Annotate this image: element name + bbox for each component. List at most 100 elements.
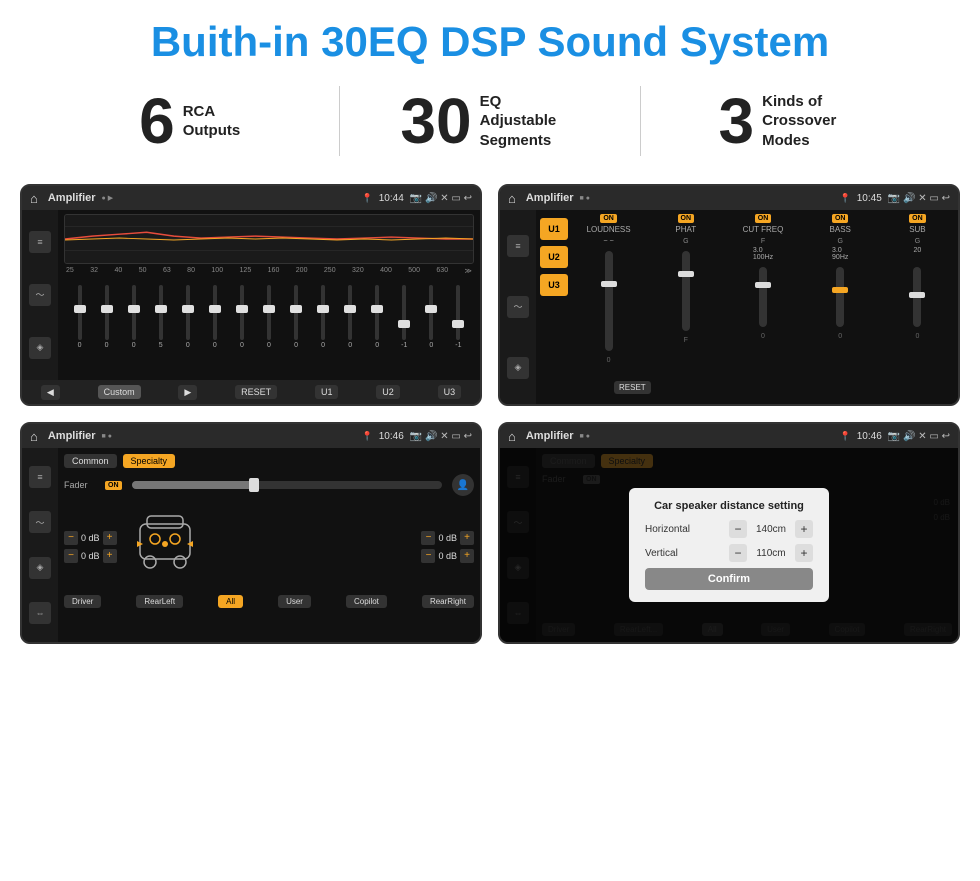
cross-ch4-plus[interactable]: + <box>460 549 474 563</box>
cross-car-diagram <box>125 504 414 589</box>
cross-sidebar-filter-icon[interactable]: ≡ <box>29 466 51 488</box>
dsp-bass-on[interactable]: ON <box>832 214 849 223</box>
cross-ch3-minus[interactable]: − <box>421 531 435 545</box>
cross-sidebar-wave-icon[interactable]: 〜 <box>29 511 51 533</box>
eq-slider-6[interactable]: 0 <box>228 285 255 349</box>
dsp-home-icon[interactable]: ⌂ <box>508 191 516 206</box>
eq-sliders: 0 0 0 5 0 0 0 0 0 0 0 0 -1 0 -1 <box>64 279 474 349</box>
dsp-channel-bass: ON BASS G 3.090Hz 0 <box>804 214 877 340</box>
dsp-cutfreq-slider[interactable] <box>759 267 767 327</box>
cross-ch2-value: 0 dB <box>81 551 100 561</box>
eq-slider-12[interactable]: -1 <box>391 285 418 349</box>
dsp-phat-slider[interactable] <box>682 251 690 331</box>
cross-driver-btn[interactable]: Driver <box>64 595 101 608</box>
dsp-sidebar-wave-icon[interactable]: 〜 <box>507 296 529 318</box>
cross-tab-specialty[interactable]: Specialty <box>123 454 176 468</box>
dsp-sidebar-filter-icon[interactable]: ≡ <box>507 235 529 257</box>
crossover-device-screen: ⌂ Amplifier ■ ● 📍 10:46 📷 🔊 ✕ ▭ ↩ ≡ 〜 ◈ … <box>20 422 482 644</box>
eq-sidebar-wave-icon[interactable]: 〜 <box>29 284 51 306</box>
dsp-u2-btn[interactable]: U2 <box>540 246 568 268</box>
dsp-sub-on[interactable]: ON <box>909 214 926 223</box>
stat-rca-number: 6 <box>139 89 175 153</box>
eq-slider-4[interactable]: 0 <box>174 285 201 349</box>
cross-ch2-minus[interactable]: − <box>64 549 78 563</box>
dialog-horizontal-plus[interactable]: + <box>795 520 813 538</box>
dialog-horizontal-minus[interactable]: − <box>729 520 747 538</box>
eq-prev-btn[interactable]: ◀ <box>41 385 60 400</box>
dsp-loudness-slider[interactable] <box>605 251 613 351</box>
cross-ch2-plus[interactable]: + <box>103 549 117 563</box>
eq-reset-btn[interactable]: RESET <box>235 385 277 399</box>
dsp-topbar-title: Amplifier <box>526 192 574 204</box>
cross-home-icon[interactable]: ⌂ <box>30 429 38 444</box>
eq-topbar-time: 10:44 <box>379 193 404 204</box>
cross-topbar-icons: 📷 🔊 ✕ ▭ ↩ <box>410 431 472 442</box>
dialog-overlay: Car speaker distance setting Horizontal … <box>500 448 958 642</box>
eq-slider-5[interactable]: 0 <box>201 285 228 349</box>
cross-ch4-minus[interactable]: − <box>421 549 435 563</box>
eq-slider-10[interactable]: 0 <box>337 285 364 349</box>
stat-rca: 6 RCAOutputs <box>60 89 319 153</box>
dsp-topbar-time: 10:45 <box>857 193 882 204</box>
eq-u1-btn[interactable]: U1 <box>315 385 339 399</box>
eq-play-btn[interactable]: ▶ <box>178 385 197 400</box>
dialog-vertical-plus[interactable]: + <box>795 544 813 562</box>
eq-sidebar-filter-icon[interactable]: ≡ <box>29 231 51 253</box>
eq-slider-14[interactable]: -1 <box>445 285 472 349</box>
eq-slider-1[interactable]: 0 <box>93 285 120 349</box>
stat-crossover-label: Kinds ofCrossover Modes <box>762 92 862 151</box>
cross-all-btn[interactable]: All <box>218 595 243 608</box>
cross-ch-row-4: − 0 dB + <box>421 549 474 563</box>
cross-topbar: ⌂ Amplifier ■ ● 📍 10:46 📷 🔊 ✕ ▭ ↩ <box>22 424 480 448</box>
cross-user-btn[interactable]: User <box>278 595 311 608</box>
eq-slider-3[interactable]: 5 <box>147 285 174 349</box>
dsp-sidebar-speaker-icon[interactable]: ◈ <box>507 357 529 379</box>
cross-sidebar-expand-icon[interactable]: ⇔ <box>29 602 51 624</box>
dsp-topbar-icons: 📷 🔊 ✕ ▭ ↩ <box>888 193 950 204</box>
dsp-presets: U1 U2 U3 <box>540 214 568 400</box>
eq-slider-7[interactable]: 0 <box>255 285 282 349</box>
dialog-topbar-pin-icon: 📍 <box>840 431 851 442</box>
dsp-bass-slider[interactable] <box>836 267 844 327</box>
cross-profile-icon[interactable]: 👤 <box>452 474 474 496</box>
dsp-reset-btn[interactable]: RESET <box>614 381 651 394</box>
eq-custom-btn[interactable]: Custom <box>98 385 141 399</box>
confirm-button[interactable]: Confirm <box>645 568 813 590</box>
dsp-phat-on[interactable]: ON <box>678 214 695 223</box>
dialog-vertical-row: Vertical − 110cm + <box>645 544 813 562</box>
cross-ch1-plus[interactable]: + <box>103 531 117 545</box>
dialog-vertical-minus[interactable]: − <box>729 544 747 562</box>
eq-slider-9[interactable]: 0 <box>310 285 337 349</box>
eq-graph <box>64 214 474 264</box>
cross-ch1-minus[interactable]: − <box>64 531 78 545</box>
eq-slider-11[interactable]: 0 <box>364 285 391 349</box>
dsp-u1-btn[interactable]: U1 <box>540 218 568 240</box>
eq-sidebar-speaker-icon[interactable]: ◈ <box>29 337 51 359</box>
eq-slider-2[interactable]: 0 <box>120 285 147 349</box>
eq-main: 2532405063 80100125160200 25032040050063… <box>58 210 480 380</box>
eq-u2-btn[interactable]: U2 <box>376 385 400 399</box>
cross-fader-on[interactable]: ON <box>105 481 122 490</box>
cross-copilot-btn[interactable]: Copilot <box>346 595 387 608</box>
dsp-u3-btn[interactable]: U3 <box>540 274 568 296</box>
dsp-channel-loudness: ON LOUDNESS ~ ~ 0 <box>572 214 645 364</box>
cross-rearright-btn[interactable]: RearRight <box>422 595 474 608</box>
dsp-sub-slider[interactable] <box>913 267 921 327</box>
cross-ch3-plus[interactable]: + <box>460 531 474 545</box>
eq-slider-0[interactable]: 0 <box>66 285 93 349</box>
eq-u3-btn[interactable]: U3 <box>438 385 462 399</box>
dsp-cutfreq-on[interactable]: ON <box>755 214 772 223</box>
cross-sidebar-speaker-icon[interactable]: ◈ <box>29 557 51 579</box>
cross-ch4-value: 0 dB <box>438 551 457 561</box>
eq-slider-13[interactable]: 0 <box>418 285 445 349</box>
cross-tab-common[interactable]: Common <box>64 454 117 468</box>
eq-home-icon[interactable]: ⌂ <box>30 191 38 206</box>
dialog-topbar-title: Amplifier <box>526 430 574 442</box>
cross-fader-label: Fader <box>64 480 99 490</box>
stat-divider-1 <box>339 86 340 156</box>
dsp-sidebar: ≡ 〜 ◈ <box>500 210 536 404</box>
dsp-loudness-on[interactable]: ON <box>600 214 617 223</box>
dialog-home-icon[interactable]: ⌂ <box>508 429 516 444</box>
eq-slider-8[interactable]: 0 <box>283 285 310 349</box>
cross-rearleft-btn[interactable]: RearLeft <box>136 595 183 608</box>
